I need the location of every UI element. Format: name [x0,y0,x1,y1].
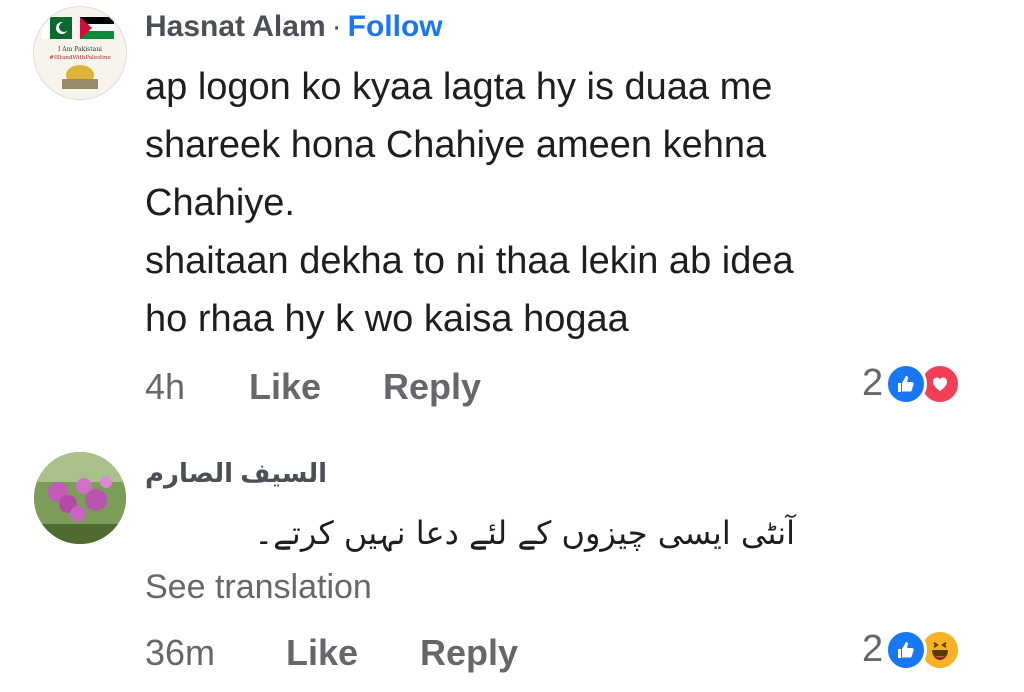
reply-button[interactable]: Reply [420,632,518,674]
like-button[interactable]: Like [249,366,383,408]
see-translation-link[interactable]: See translation [145,568,372,607]
reaction-count: 2 [862,362,884,404]
like-icon [885,628,928,671]
reaction-summary[interactable]: 2 [862,362,962,405]
comment-line: Chahiye. [145,182,295,224]
reaction-summary[interactable]: 2 [862,628,962,671]
avatar-alsaif[interactable] [34,452,126,544]
comment-header: Hasnat Alam · Follow [145,10,443,44]
separator-dot: · [331,10,342,43]
comment-line: ap logon ko kyaa lagta hy is duaa me [145,66,773,108]
timestamp[interactable]: 4h [145,366,249,408]
like-button[interactable]: Like [286,632,420,674]
comment-actions: 4h Like Reply [145,366,481,408]
comment-line: shaitaan dekha to ni thaa lekin ab idea [145,240,794,282]
comment-2: السيف الصارم آنٹی ایسی چیزوں کے لئے دعا … [0,440,1024,692]
timestamp[interactable]: 36m [145,632,286,674]
comment-actions: 36m Like Reply [145,632,518,674]
author-name[interactable]: Hasnat Alam [145,10,326,43]
comment-1: I Am Pakistani #IStandWithPalestine Hasn… [0,0,1024,420]
comment-text: ap logon ko kyaa lagta hy is duaa me sha… [145,58,1005,348]
author-name[interactable]: السيف الصارم [145,458,327,489]
comment-line: ho rhaa hy k wo kaisa hogaa [145,298,629,340]
like-icon [885,362,928,405]
avatar-flags-image: I Am Pakistani #IStandWithPalestine [34,7,126,99]
avatar-hasnat[interactable]: I Am Pakistani #IStandWithPalestine [33,6,127,100]
comment-line: shareek hona Chahiye ameen kehna [145,124,767,166]
follow-button[interactable]: Follow [348,10,443,43]
reply-button[interactable]: Reply [383,366,481,408]
comment-text: آنٹی ایسی چیزوں کے لئے دعا نہیں کرتے۔ [254,514,795,552]
avatar-caption-1: I Am Pakistani [58,46,102,53]
avatar-caption-2: #IStandWithPalestine [49,55,111,61]
avatar-flowers-image [34,452,126,544]
reaction-count: 2 [862,628,884,670]
